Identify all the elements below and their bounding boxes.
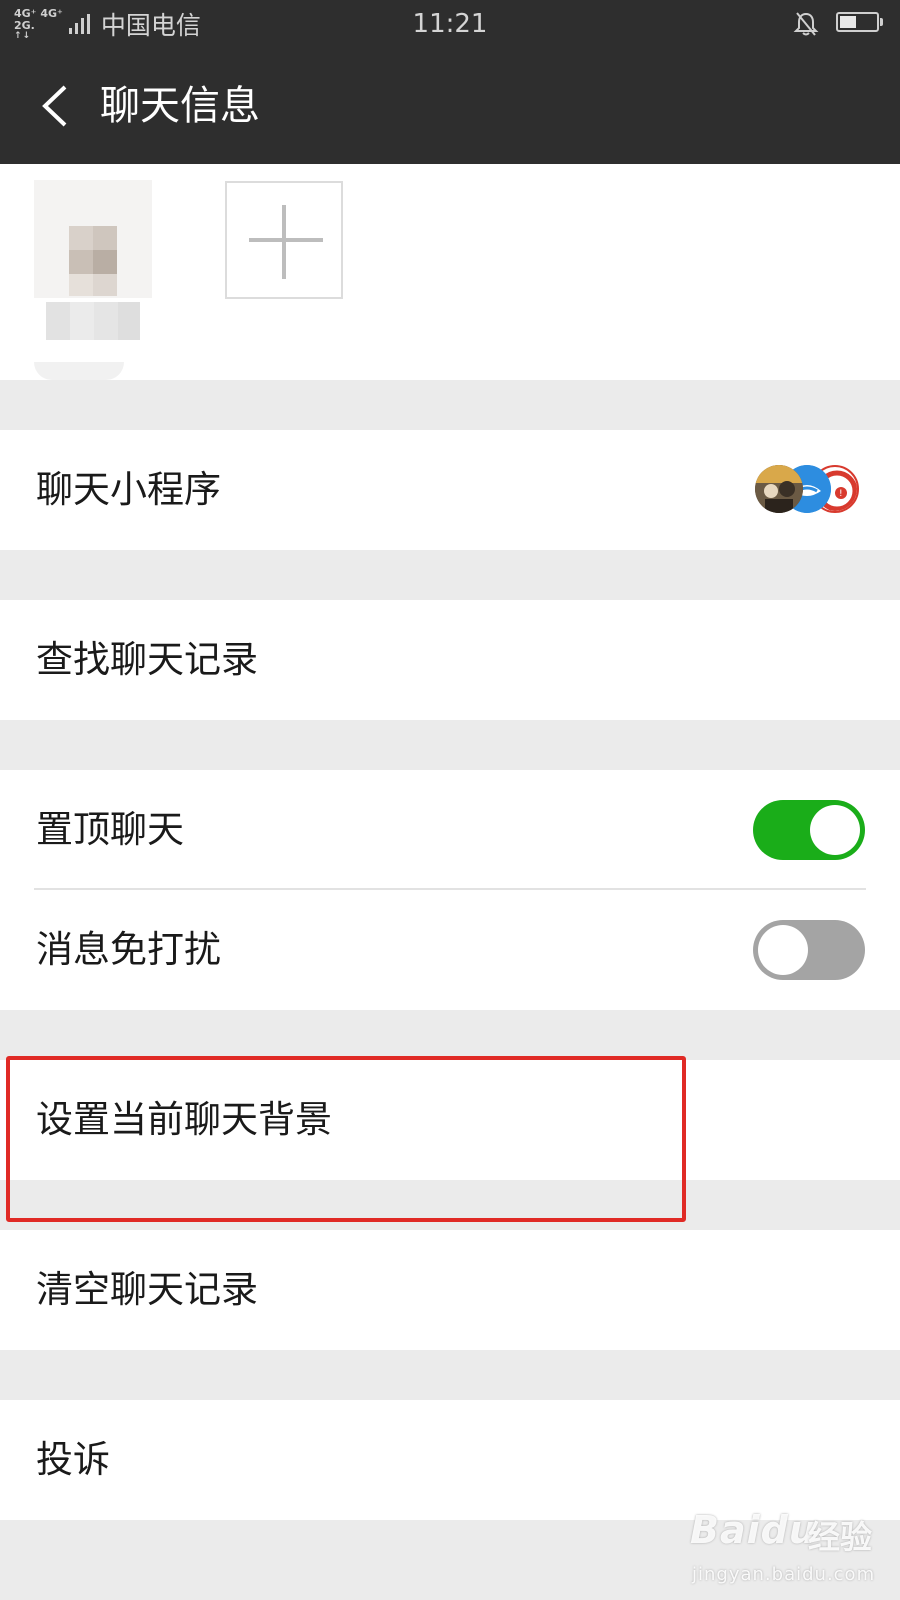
baidu-watermark: Baidu 经验 jingyan.baidu.com (690, 1508, 890, 1592)
title-bar: 聊天信息 (0, 48, 900, 164)
row-clear-history[interactable]: 清空聊天记录 (0, 1230, 900, 1350)
mini-program-icons: ! (755, 465, 859, 515)
battery-fill (840, 16, 856, 28)
watermark-logo: Baidu (690, 1508, 817, 1552)
add-member-button[interactable] (225, 181, 343, 299)
row-complain[interactable]: 投诉 (0, 1400, 900, 1520)
row-label-pin-chat: 置顶聊天 (36, 808, 184, 851)
row-label-mute: 消息免打扰 (36, 928, 221, 971)
page-title: 聊天信息 (100, 83, 260, 129)
row-label-search-history: 查找聊天记录 (36, 638, 258, 681)
watermark-brand: 经验 (808, 1518, 873, 1556)
member-avatar-shadow (34, 362, 124, 380)
mute-toggle[interactable] (753, 920, 865, 980)
row-mini-programs[interactable]: 聊天小程序 ! (0, 430, 900, 550)
toggle-knob (758, 925, 808, 975)
back-button[interactable] (22, 74, 86, 138)
highlight-annotation (6, 1056, 686, 1222)
row-label-mini-programs: 聊天小程序 (36, 468, 221, 511)
watermark-url: jingyan.baidu.com (692, 1564, 876, 1585)
bell-mute-icon (793, 12, 819, 36)
row-label-complain: 投诉 (36, 1438, 110, 1481)
member-name-pixelated (46, 302, 140, 340)
row-mute[interactable]: 消息免打扰 (0, 890, 900, 1010)
status-bar: 4G⁺ 4G⁺ 2G. ↑↓ 中国电信 11:21 (0, 0, 900, 48)
status-time: 11:21 (412, 9, 488, 39)
toggle-knob (810, 805, 860, 855)
members-panel (0, 164, 900, 380)
svg-text:!: ! (839, 489, 843, 499)
pin-chat-toggle[interactable] (753, 800, 865, 860)
row-search-history[interactable]: 查找聊天记录 (0, 600, 900, 720)
mini-program-icon-game (755, 465, 803, 513)
member-avatar[interactable] (34, 180, 152, 298)
chevron-left-icon (42, 85, 67, 127)
battery-icon (836, 12, 883, 32)
row-label-clear-history: 清空聊天记录 (36, 1268, 258, 1311)
row-pin-chat[interactable]: 置顶聊天 (0, 770, 900, 890)
